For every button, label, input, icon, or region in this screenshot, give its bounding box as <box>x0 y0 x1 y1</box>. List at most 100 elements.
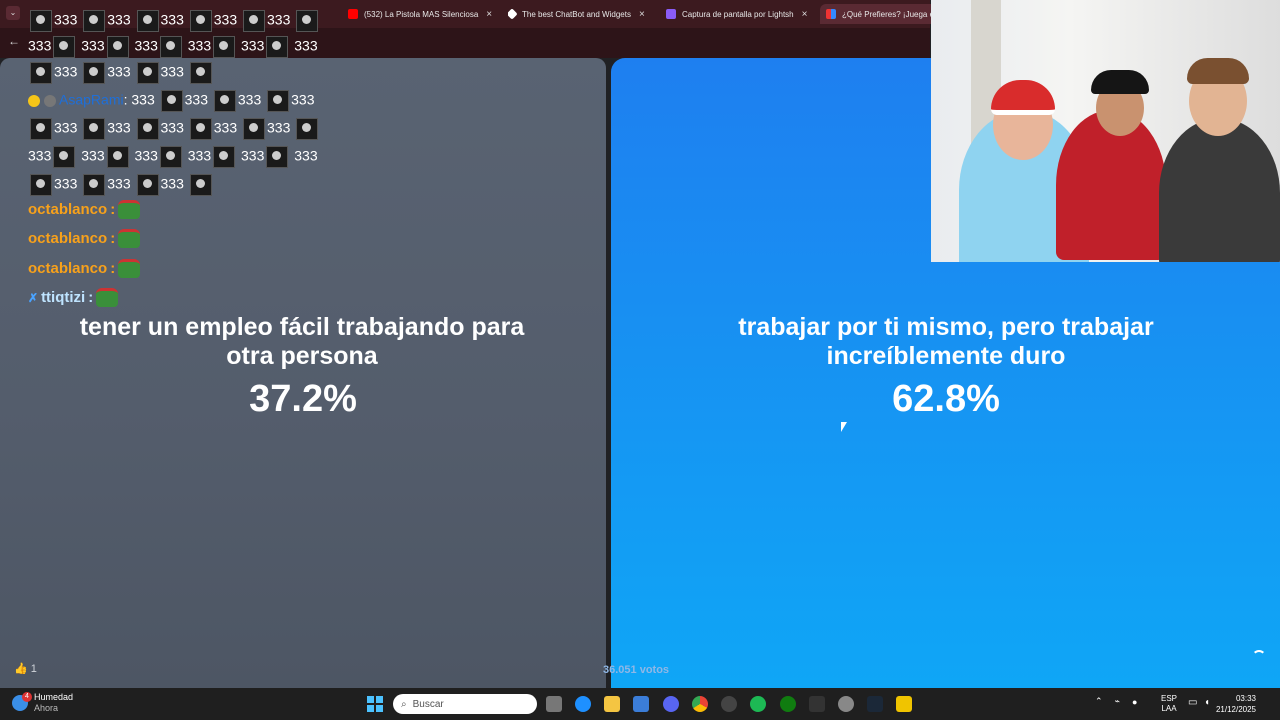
chat-username[interactable]: AsapRami <box>59 92 124 108</box>
votes-count: 36.051 votos <box>603 664 670 676</box>
volume-icon[interactable]: ◖ <box>1204 697 1210 708</box>
weather-widget[interactable]: 4 Humedad Ahora <box>12 692 73 714</box>
chrome-icon[interactable] <box>692 696 708 712</box>
emote-icon <box>106 146 129 168</box>
chat-username[interactable]: octablanco <box>28 230 107 247</box>
emote-text: 333 <box>54 63 78 80</box>
discord-icon[interactable] <box>663 696 679 712</box>
search-box[interactable]: ⌕ Buscar <box>393 694 537 714</box>
sword-badge-icon: ✗ <box>28 290 39 305</box>
emote-icon <box>53 146 76 168</box>
tab-either[interactable]: ¿Qué Prefieres? ¡Juega en <box>820 4 942 24</box>
weather-label: Humedad <box>34 692 74 702</box>
emote-text: 333 <box>291 91 315 108</box>
emote-icon <box>243 10 265 32</box>
emote-text: 333 <box>237 91 262 108</box>
chat-username[interactable]: octablanco <box>28 260 107 277</box>
system-tray: ⌃ ⌁ ● <box>1095 696 1137 707</box>
language-indicator[interactable]: ESP LAA <box>1161 694 1177 714</box>
person-right <box>1159 118 1280 262</box>
display-icon[interactable]: ▭ <box>1188 697 1197 708</box>
xbox-icon[interactable] <box>780 696 796 712</box>
epic-games-icon[interactable] <box>809 696 825 712</box>
chevron-up-icon[interactable]: ⌃ <box>1095 696 1103 707</box>
frog-emote-icon <box>96 288 119 307</box>
emote-icon <box>266 36 289 58</box>
emote-icon <box>159 36 182 58</box>
emote-text: 333 <box>241 147 265 164</box>
either-icon <box>826 9 836 19</box>
close-icon[interactable]: × <box>486 9 492 20</box>
network-icon[interactable]: ⌁ <box>1115 696 1120 707</box>
edge-icon[interactable] <box>575 696 591 712</box>
close-icon[interactable]: × <box>802 9 808 20</box>
store-icon[interactable] <box>633 696 649 712</box>
spotify-icon[interactable] <box>750 696 766 712</box>
emote-text: 333 <box>54 119 78 136</box>
badge-icon <box>28 95 40 107</box>
chat-line-spam: 333 333 333 333 333 333 <box>28 36 318 58</box>
lang-top: ESP <box>1161 694 1178 703</box>
cap <box>1091 70 1149 94</box>
emote-text: 333 <box>160 63 184 80</box>
thumbs-up-icon: 👍 <box>14 663 28 675</box>
emote-icon <box>136 174 159 196</box>
back-arrow-icon[interactable]: ← <box>8 34 20 48</box>
tab-title: (532) La Pistola MAS Silenciosa <box>364 9 479 19</box>
steam-icon[interactable] <box>867 696 883 712</box>
webcam-overlay <box>931 0 1280 262</box>
lang-bottom: LAA <box>1161 704 1177 713</box>
emote-text: 333 <box>54 175 78 192</box>
emote-icon <box>189 174 212 196</box>
emote-text: 333 <box>28 147 52 164</box>
tab-title: Captura de pantalla por Lightsh <box>682 9 794 19</box>
lightshot-icon <box>666 9 676 19</box>
chat-line-spam: 333 333 333 333 333 <box>28 10 320 32</box>
emote-text: 333 <box>134 37 158 54</box>
emote-icon <box>53 36 76 58</box>
emote-text: 333 <box>54 11 78 28</box>
chat-message: octablanco: <box>28 229 141 248</box>
chat-message: octablanco: <box>28 259 141 278</box>
tab-lightshot[interactable]: Captura de pantalla por Lightsh × <box>666 4 812 24</box>
chat-username[interactable]: ttiqtizi <box>41 289 85 306</box>
close-icon[interactable]: × <box>639 9 645 20</box>
tab-streamelements[interactable]: The best ChatBot and Widgets × <box>508 4 656 24</box>
hair <box>1187 58 1249 84</box>
tab-search-icon[interactable]: ⌄ <box>6 6 20 20</box>
emote-text: 333 <box>107 119 131 136</box>
chat-username[interactable]: octablanco <box>28 201 107 218</box>
emote-text: 333 <box>107 11 131 28</box>
emote-text: 333 <box>160 175 184 192</box>
windows-taskbar: 4 Humedad Ahora ⌕ Buscar ⌃ ⌁ ● ESP LAA ▭… <box>0 688 1280 720</box>
emote-icon <box>189 118 212 140</box>
microphone-icon[interactable]: ● <box>1132 697 1137 707</box>
task-view-icon[interactable] <box>546 696 562 712</box>
emote-icon <box>213 146 236 168</box>
emote-icon <box>189 62 212 84</box>
likes-count[interactable]: 👍 1 <box>14 662 37 675</box>
emote-icon <box>30 174 52 196</box>
emote-icon <box>296 118 319 140</box>
emote-icon <box>136 62 159 84</box>
emote-text: 333 <box>107 175 131 192</box>
app-icon[interactable] <box>721 696 737 712</box>
option-b-text: trabajar por ti mismo, pero trabajar inc… <box>738 313 1154 370</box>
emote-icon <box>136 10 159 32</box>
chat-message-text: 333 <box>131 91 155 108</box>
frog-emote-icon <box>118 259 141 278</box>
option-a-text: tener un empleo fácil trabajando para ot… <box>79 313 525 370</box>
emote-text: 333 <box>213 11 238 28</box>
clock[interactable]: 03:33 21/12/2025 <box>1216 693 1256 715</box>
tab-youtube[interactable]: (532) La Pistola MAS Silenciosa × <box>348 4 498 24</box>
emote-icon <box>296 10 319 32</box>
settings-icon[interactable] <box>838 696 854 712</box>
file-explorer-icon[interactable] <box>604 696 620 712</box>
emote-icon <box>189 10 212 32</box>
emote-text: 333 <box>81 37 105 54</box>
start-button[interactable] <box>367 696 383 712</box>
emote-text: 333 <box>267 119 291 136</box>
emote-icon <box>30 10 52 32</box>
app-icon[interactable] <box>896 696 912 712</box>
emote-icon <box>83 62 106 84</box>
